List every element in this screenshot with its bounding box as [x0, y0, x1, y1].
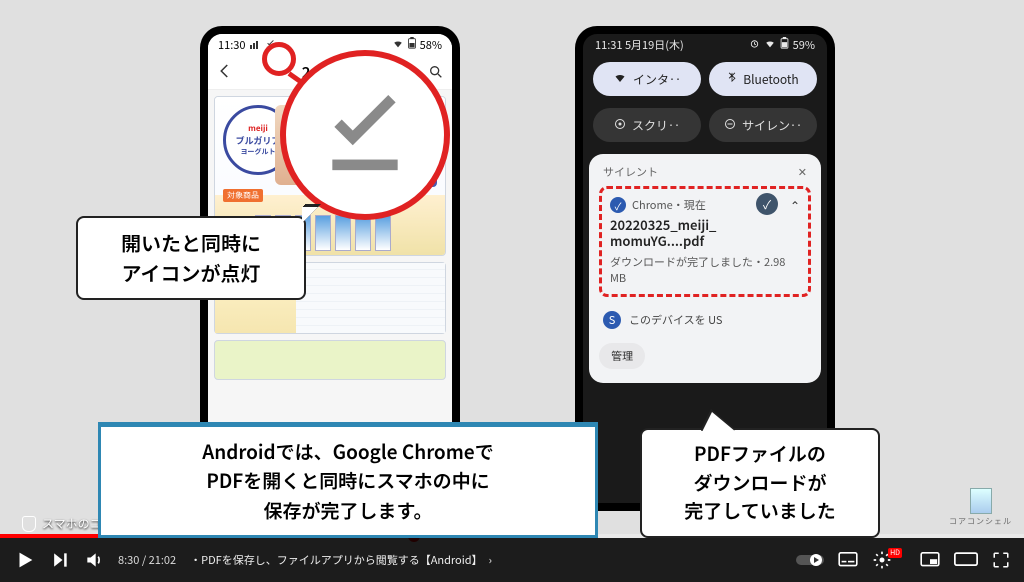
notification-app-line: Chrome・現在 — [632, 197, 706, 213]
autoplay-toggle[interactable] — [796, 553, 824, 567]
notification-subtext: ダウンロードが完了しました・2.98 MB — [610, 254, 800, 286]
callout-line: アイコンが点灯 — [92, 258, 290, 288]
qs-label: スクリ‥ — [632, 117, 680, 134]
target-product-tag: 対象商品 — [223, 189, 263, 202]
wifi-icon — [392, 37, 404, 53]
notification-filename: 20220325_meiji_ momuYG....pdf — [610, 217, 800, 250]
video-time: 8:30 / 21:02 — [118, 552, 176, 568]
channel-logo: コアコンシェル — [949, 488, 1012, 527]
youtube-player-bar: 8:30 / 21:02 ・PDFを保存し、ファイルアプリから閲覧する【Andr… — [0, 538, 1024, 582]
highlighted-notification[interactable]: ✓ Chrome・現在 ✓ ⌃ 20220325_meiji_ momuYG..… — [599, 186, 811, 297]
signal-icon — [250, 37, 260, 53]
status-bar: 11:31 5月19日(木) 59% — [583, 34, 827, 56]
explanation-line: 保存が完了します。 — [115, 496, 581, 525]
callout-download-complete: PDFファイルの ダウンロードが 完了していました — [640, 428, 880, 538]
explanation-box: Androidでは、Google Chromeで PDFを開くと同時にスマホの中… — [98, 422, 598, 538]
qs-bluetooth-chip[interactable]: Bluetooth — [709, 62, 817, 96]
logo-text: コアコンシェル — [949, 516, 1012, 527]
system-icon: S — [603, 311, 621, 329]
callout-line: 開いたと同時に — [92, 228, 290, 258]
next-button[interactable] — [50, 550, 70, 570]
fullscreen-button[interactable] — [992, 551, 1010, 569]
theater-button[interactable] — [954, 552, 978, 568]
callout-line: PDFファイルの — [656, 440, 864, 469]
status-battery: 58% — [420, 37, 442, 53]
qs-internet-chip[interactable]: インタ‥ — [593, 62, 701, 96]
usb-notification[interactable]: S このデバイスを US — [599, 307, 811, 333]
play-button[interactable] — [14, 549, 36, 571]
qs-label: サイレン‥ — [742, 117, 802, 134]
magnified-icon-callout — [280, 50, 450, 220]
pack-image — [335, 215, 351, 251]
back-icon[interactable] — [216, 61, 234, 85]
bluetooth-icon — [727, 70, 737, 88]
download-done-badge-icon: ✓ — [756, 193, 778, 215]
alarm-icon — [749, 37, 760, 53]
callout-line: 完了していました — [656, 497, 864, 526]
usb-text: このデバイスを US — [629, 312, 722, 328]
chapter-title[interactable]: ・PDFを保存し、ファイルアプリから閲覧する【Android】 › — [190, 552, 492, 568]
shield-icon — [22, 516, 36, 532]
status-time: 11:30 — [218, 37, 245, 53]
product-card — [214, 340, 446, 380]
qs-dnd-chip[interactable]: サイレン‥ — [709, 108, 817, 142]
captions-button[interactable] — [838, 552, 858, 568]
status-bar: 11:30 58% — [208, 34, 452, 56]
pack-image — [355, 215, 371, 251]
quick-settings-row: スクリ‥ サイレン‥ — [583, 102, 827, 148]
callout-line: ダウンロードが — [656, 469, 864, 498]
notification-panel: サイレント ✕ ✓ Chrome・現在 ✓ ⌃ 20220325_meiji_ … — [589, 154, 821, 383]
status-battery: 59% — [793, 37, 815, 53]
notification-section-header: サイレント ✕ — [599, 164, 811, 186]
status-date: 5月19日(木) — [625, 37, 684, 53]
download-done-icon — [316, 84, 414, 187]
wifi-icon — [764, 37, 776, 53]
callout-icon-lights-up: 開いたと同時に アイコンが点灯 — [76, 216, 306, 300]
battery-icon — [407, 37, 417, 53]
quick-settings-row: インタ‥ Bluetooth — [583, 56, 827, 102]
wifi-icon — [613, 71, 627, 88]
explanation-line: PDFを開くと同時にスマホの中に — [115, 466, 581, 495]
qs-label: Bluetooth — [743, 71, 798, 88]
hd-badge: HD — [888, 548, 902, 558]
close-icon[interactable]: ✕ — [798, 164, 807, 180]
qs-label: インタ‥ — [633, 71, 681, 88]
pack-image — [375, 215, 391, 251]
explanation-line: Androidでは、Google Chromeで — [115, 437, 581, 466]
chevron-right-icon: › — [489, 552, 492, 568]
logo-image — [970, 488, 992, 514]
volume-button[interactable] — [84, 550, 104, 570]
chrome-app-icon: ✓ — [610, 197, 626, 213]
manage-button[interactable]: 管理 — [599, 343, 645, 369]
record-icon — [614, 117, 626, 134]
miniplayer-button[interactable] — [920, 552, 940, 568]
video-slide: 11:30 58% 2022 .5 — [0, 0, 1024, 582]
callout-connector — [262, 42, 296, 76]
chevron-up-icon[interactable]: ⌃ — [790, 197, 800, 214]
status-time: 11:31 — [595, 37, 622, 53]
section-title: サイレント — [603, 164, 658, 180]
qs-screenrecord-chip[interactable]: スクリ‥ — [593, 108, 701, 142]
settings-button[interactable]: HD — [872, 550, 906, 570]
dnd-icon — [724, 117, 736, 134]
battery-icon — [780, 37, 789, 53]
